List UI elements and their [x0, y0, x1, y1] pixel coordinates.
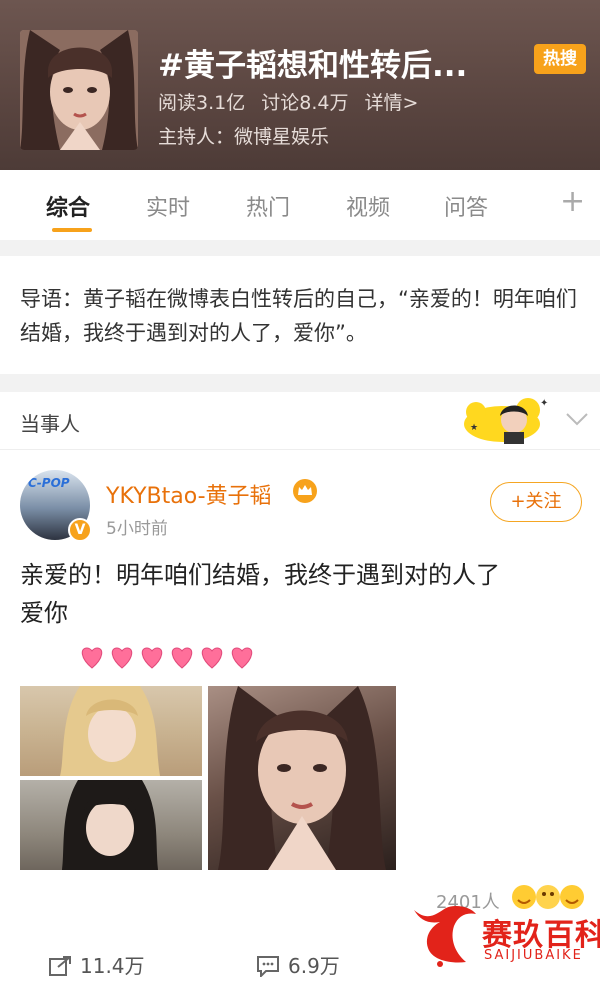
tab-comprehensive[interactable]: 综合 [46, 190, 90, 222]
topic-stats: 阅读3.1亿 讨论8.4万 详情> [158, 88, 428, 115]
comment-button[interactable]: 6.9万 [256, 950, 340, 979]
add-tab-icon[interactable]: + [560, 184, 585, 219]
topic-cover-image[interactable] [20, 30, 138, 150]
party-label: 当事人 [20, 412, 80, 436]
party-section[interactable]: 当事人 ★ ✦ [0, 392, 600, 450]
svg-text:★: ★ [470, 423, 478, 433]
topic-host: 主持人：微博星娱乐 [158, 126, 330, 148]
avatar-label: C-POP [28, 476, 70, 490]
post-image[interactable] [20, 686, 202, 776]
comment-count: 6.9万 [288, 954, 340, 978]
discuss-count: 讨论8.4万 [261, 92, 349, 114]
divider [0, 240, 600, 256]
post-text-line: 爱你 [20, 599, 68, 627]
svg-text:✦: ✦ [540, 398, 548, 409]
watermark: 赛玖百科 SAIJIUBAIKE [410, 904, 600, 972]
hot-search-badge: 热搜 [534, 44, 586, 74]
post-time: 5小时前 [106, 519, 168, 539]
chevron-down-icon[interactable] [562, 404, 592, 434]
post-image[interactable] [20, 780, 202, 870]
topic-intro: 导语：黄子韬在微博表白性转后的自己，“亲爱的！明年咱们结婚，我终于遇到对的人了，… [0, 256, 600, 374]
follow-button[interactable]: +关注 [490, 482, 582, 522]
topic-tabs: 综合 实时 热门 视频 问答 + [0, 170, 600, 240]
repost-icon [49, 956, 71, 976]
watermark-subtext: SAIJIUBAIKE [484, 948, 583, 963]
divider [0, 374, 600, 392]
heart-emoji-icons [81, 647, 253, 669]
active-tab-indicator [52, 228, 92, 232]
watermark-fish-logo-icon [414, 906, 476, 967]
crown-icon [293, 479, 317, 503]
read-count: 阅读3.1亿 [158, 92, 246, 114]
repost-count: 11.4万 [80, 954, 145, 978]
post-text-line: 亲爱的！明年咱们结婚，我终于遇到对的人了 [20, 561, 500, 589]
repost-button[interactable]: 11.4万 [48, 950, 145, 979]
tab-qa[interactable]: 问答 [444, 190, 488, 222]
topic-header: #黄子韬想和性转后... 热搜 阅读3.1亿 讨论8.4万 详情> 主持人：微博… [0, 0, 600, 170]
tab-hot[interactable]: 热门 [246, 190, 290, 222]
tab-realtime[interactable]: 实时 [146, 190, 190, 222]
topic-title: #黄子韬想和性转后... [158, 48, 468, 84]
verified-badge-icon: V [68, 518, 92, 542]
post-text: 亲爱的！明年咱们结婚，我终于遇到对的人了 爱你 [20, 556, 580, 632]
detail-link[interactable]: 详情> [365, 92, 419, 114]
post-image[interactable] [208, 686, 396, 870]
party-sticker-icon: ★ ✦ [464, 398, 548, 444]
comment-icon [257, 956, 279, 979]
tab-video[interactable]: 视频 [346, 190, 390, 222]
post-username[interactable]: YKYBtao-黄子韬 [106, 478, 272, 510]
